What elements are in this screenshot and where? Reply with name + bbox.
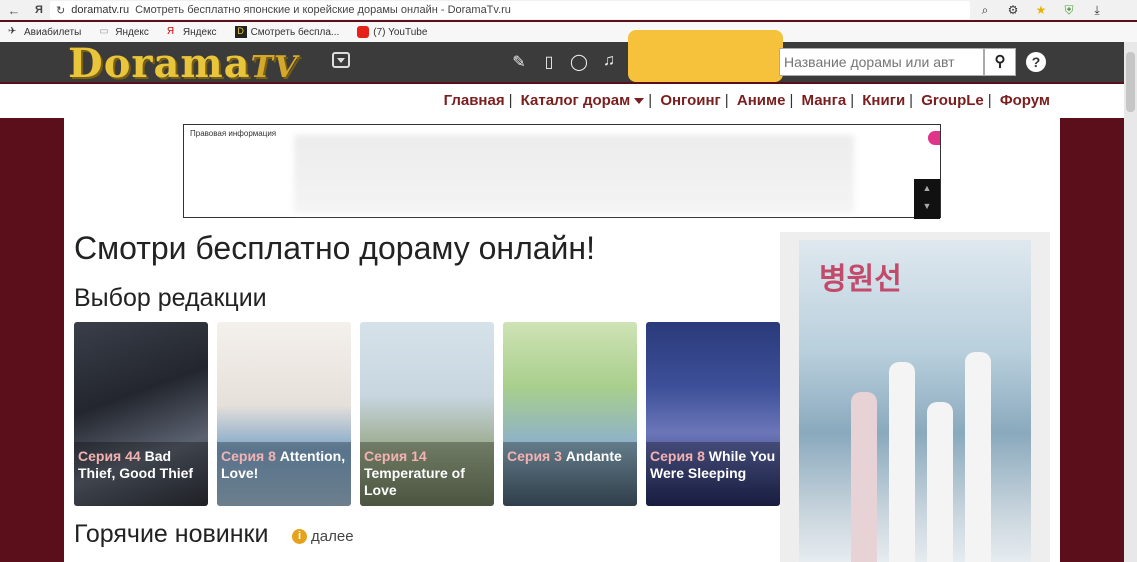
ad-banner[interactable]: Правовая информация ▲ ▼ <box>183 124 941 219</box>
poster-logo: 병원선 <box>819 262 902 297</box>
nav-anime[interactable]: Аниме <box>737 92 786 109</box>
nav-catalog[interactable]: Каталог дорам <box>521 92 645 109</box>
drama-card[interactable]: Серия 3 Andante <box>503 322 637 506</box>
nav-groupl[interactable]: GroupLe <box>921 92 984 109</box>
caret-down-icon <box>634 98 645 105</box>
hot-new-title: Горячие новинки <box>74 520 269 548</box>
ad-icon[interactable] <box>928 131 940 145</box>
url-host: doramatv.ru <box>71 4 130 16</box>
card-caption: Серия 44 Bad Thief, Good Thief <box>74 442 208 506</box>
yandex-icon[interactable]: Я <box>28 4 50 16</box>
bookmark-item[interactable]: (7) YouTube <box>357 26 427 38</box>
plane-icon: ✈ <box>8 26 17 37</box>
card-caption: Серия 8 Attention, Love! <box>217 442 351 506</box>
poster-figure <box>965 352 991 562</box>
nav-forum[interactable]: Форум <box>1000 92 1050 109</box>
search-button[interactable]: ⚲ <box>984 48 1016 76</box>
magnifier-icon[interactable]: ⌕ <box>978 3 992 18</box>
scrollbar-thumb[interactable] <box>1126 52 1135 112</box>
url-field[interactable]: ↻ doramatv.ru Смотреть бесплатно японски… <box>50 1 970 19</box>
edit-icon[interactable]: ✎ <box>510 52 528 72</box>
bookmark-item[interactable]: D Смотреть беспла... <box>234 26 339 38</box>
back-arrow-icon[interactable]: ← <box>0 3 28 18</box>
nav-home[interactable]: Главная <box>444 92 505 109</box>
drama-card[interactable]: Серия 14 Temperature of Love <box>360 322 494 506</box>
yandex-icon: Я <box>166 26 175 37</box>
yandex-icon: ▭ <box>99 26 109 37</box>
search-icon: ⚲ <box>994 53 1006 70</box>
card-caption: Серия 8 While You Were Sleeping <box>646 442 780 506</box>
editors-choice-list: Серия 44 Bad Thief, Good Thief Серия 8 A… <box>74 322 780 506</box>
download-icon[interactable]: ⤓ <box>1090 3 1104 18</box>
chat-icon[interactable]: ◯ <box>570 52 588 72</box>
nav-manga[interactable]: Манга <box>802 92 847 109</box>
decorative-side <box>1060 118 1124 562</box>
star-icon[interactable]: ★ <box>1034 3 1048 18</box>
site-logo[interactable]: DoramaTV <box>68 42 298 86</box>
youtube-icon <box>357 26 370 38</box>
bell-icon[interactable]: ♫ <box>600 52 618 72</box>
main-content: Правовая информация ▲ ▼ Смотри бесплатно … <box>64 118 1060 562</box>
editors-choice-title: Выбор редакции <box>74 284 267 312</box>
browser-address-bar: ← Я ↻ doramatv.ru Смотреть бесплатно япо… <box>0 0 1137 20</box>
nav-books[interactable]: Книги <box>862 92 905 109</box>
arrow-down-icon[interactable]: ▼ <box>914 197 940 215</box>
poster-figure <box>889 362 915 562</box>
reload-icon[interactable]: ↻ <box>56 4 65 17</box>
card-caption: Серия 3 Andante <box>503 442 637 506</box>
ad-blurred-content <box>294 135 854 213</box>
drama-card[interactable]: Серия 44 Bad Thief, Good Thief <box>74 322 208 506</box>
nav-ongoing[interactable]: Онгоинг <box>660 92 720 109</box>
poster-figure <box>851 392 877 562</box>
bookmark-item[interactable]: ✈ Авиабилеты <box>8 26 81 38</box>
hot-more-link[interactable]: i далее <box>292 528 354 545</box>
bookmark-item[interactable]: ▭ Яндекс <box>99 26 149 38</box>
search-input[interactable] <box>779 48 984 76</box>
extension-icon[interactable]: ⚙ <box>1006 3 1020 18</box>
poster-figure <box>927 402 953 562</box>
doramatv-icon: D <box>234 26 247 38</box>
decorative-side <box>0 118 64 562</box>
bookmark-item[interactable]: Я Яндекс <box>167 26 217 38</box>
page-scrollbar[interactable] <box>1124 42 1137 562</box>
bookmark-icon[interactable]: ▯ <box>540 52 558 72</box>
main-nav: Главная | Каталог дорам | Онгоинг | Аниме | … <box>0 84 1124 118</box>
card-caption: Серия 14 Temperature of Love <box>360 442 494 506</box>
drama-card[interactable]: Серия 8 Attention, Love! <box>217 322 351 506</box>
bookmarks-bar: ✈ Авиабилеты ▭ Яндекс Я Яндекс D Смотреть бе… <box>0 22 1137 42</box>
ad-legal-label[interactable]: Правовая информация <box>190 129 276 138</box>
shield-icon[interactable]: ⛨ <box>1062 3 1076 18</box>
page-title: Смотри бесплатно дораму онлайн! <box>74 230 595 266</box>
drama-card[interactable]: Серия 8 While You Were Sleeping <box>646 322 780 506</box>
help-icon[interactable]: ? <box>1026 52 1046 72</box>
redaction-overlay <box>628 30 783 82</box>
menu-dropdown-button[interactable] <box>332 52 350 68</box>
info-icon: i <box>292 529 307 544</box>
ad-scroll[interactable]: ▲ ▼ <box>914 179 940 219</box>
arrow-up-icon[interactable]: ▲ <box>914 179 940 197</box>
featured-poster[interactable]: 병원선 <box>799 240 1031 562</box>
url-title: Смотреть бесплатно японские и корейские … <box>135 4 511 16</box>
